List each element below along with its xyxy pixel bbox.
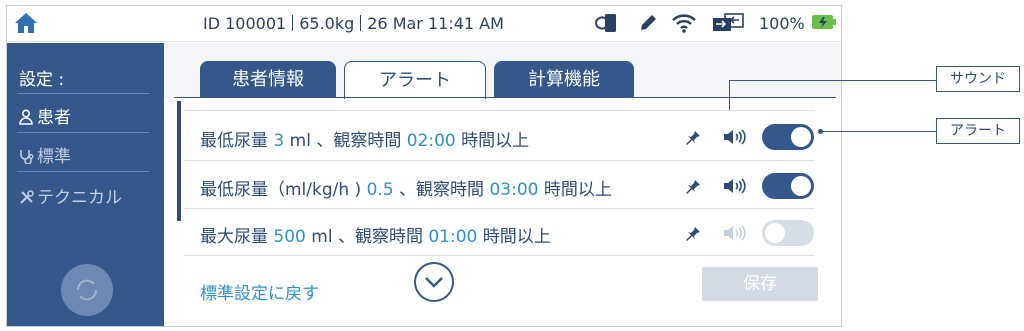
- sidebar-item-patient[interactable]: 患者: [19, 103, 71, 130]
- pin-icon[interactable]: [684, 175, 704, 197]
- alert-time[interactable]: 01:00: [428, 227, 477, 247]
- callout-line: [729, 80, 937, 81]
- save-button[interactable]: 保存: [702, 267, 818, 301]
- tab-calculation[interactable]: 計算機能: [494, 61, 634, 98]
- divider: [17, 171, 149, 172]
- sidebar-item-label: テクニカル: [37, 188, 122, 208]
- alert-value[interactable]: 0.5: [367, 180, 394, 200]
- stethoscope-icon: [19, 148, 37, 169]
- tools-icon: [19, 189, 37, 210]
- toggle-knob: [791, 176, 811, 196]
- alert-text[interactable]: 最低尿量 3 ml 、観察時間 02:00 時間以上: [200, 126, 529, 151]
- alert-value[interactable]: 500: [273, 227, 305, 247]
- alert-row: 最低尿量（ml/kg/h ) 0.5 、観察時間 03:00 時間以上: [200, 167, 820, 207]
- alert-value[interactable]: 3: [273, 131, 284, 151]
- alert-suffix: 時間以上: [538, 180, 612, 200]
- refresh-icon: [76, 279, 98, 301]
- battery-icon: [812, 15, 836, 29]
- patient-id: ID 100001: [203, 14, 287, 33]
- alert-time[interactable]: 02:00: [407, 131, 456, 151]
- chevron-down-icon: [425, 277, 443, 288]
- alert-label: 最低尿量: [200, 131, 274, 151]
- sync-icon[interactable]: [593, 12, 619, 34]
- divider: [17, 132, 149, 133]
- row-divider: [184, 110, 814, 111]
- speaker-icon[interactable]: [722, 223, 750, 243]
- alert-suffix: 時間以上: [477, 227, 551, 247]
- home-icon[interactable]: [13, 10, 39, 36]
- tab-alerts[interactable]: アラート: [344, 61, 486, 99]
- callout-alert: アラート: [936, 118, 1020, 144]
- wifi-icon: [672, 14, 696, 33]
- refresh-button[interactable]: [61, 264, 113, 316]
- settings-sidebar: 設定 : 患者 標準 テクニカル: [7, 43, 164, 326]
- toggle-knob: [765, 223, 785, 243]
- tab-patient-info[interactable]: 患者情報: [200, 61, 336, 98]
- status-info: ID 100001 65.0kg 26 Mar 11:41 AM: [203, 14, 504, 33]
- callout-line: [821, 131, 937, 132]
- pen-icon[interactable]: [637, 12, 659, 34]
- alert-text[interactable]: 最低尿量（ml/kg/h ) 0.5 、観察時間 03:00 時間以上: [200, 175, 612, 200]
- sidebar-item-technical[interactable]: テクニカル: [19, 183, 122, 210]
- toggle-knob: [791, 127, 811, 147]
- transfer-icon: [713, 13, 744, 31]
- date-time: 26 Mar 11:41 AM: [367, 14, 504, 33]
- callout-sound: サウンド: [936, 66, 1020, 92]
- panel-border: [174, 97, 836, 98]
- divider: [17, 93, 149, 94]
- sidebar-item-label: 標準: [37, 147, 71, 167]
- alert-row: 最低尿量 3 ml 、観察時間 02:00 時間以上: [200, 118, 820, 158]
- alert-text[interactable]: 最大尿量 500 ml 、観察時間 01:00 時間以上: [200, 222, 551, 247]
- sidebar-item-label: 患者: [37, 108, 71, 128]
- row-divider: [184, 208, 814, 209]
- status-bar: ID 100001 65.0kg 26 Mar 11:41 AM 100%: [7, 6, 841, 42]
- sidebar-title: 設定 :: [19, 70, 65, 90]
- person-icon: [19, 109, 37, 130]
- battery-level: 100%: [759, 14, 805, 33]
- pin-icon[interactable]: [684, 222, 704, 244]
- sidebar-item-standard[interactable]: 標準: [19, 142, 71, 169]
- patient-weight: 65.0kg: [299, 14, 355, 33]
- alert-unit: 、観察時間: [393, 180, 490, 200]
- scroll-indicator: [177, 101, 181, 221]
- alert-row: 最大尿量 500 ml 、観察時間 01:00 時間以上: [200, 214, 820, 254]
- main-panel: 患者情報 アラート 計算機能 最低尿量 3 ml 、観察時間 02:00 時間以…: [164, 43, 841, 326]
- pin-icon[interactable]: [684, 126, 704, 148]
- row-divider: [184, 255, 814, 256]
- alert-toggle[interactable]: [762, 173, 814, 199]
- alert-toggle[interactable]: [762, 220, 814, 246]
- reset-defaults-link[interactable]: 標準設定に戻す: [200, 279, 319, 304]
- alert-label: 最低尿量（ml/kg/h ): [200, 180, 367, 200]
- alert-toggle[interactable]: [762, 124, 814, 150]
- speaker-icon[interactable]: [722, 127, 750, 147]
- scroll-down-button[interactable]: [414, 262, 454, 302]
- alert-suffix: 時間以上: [455, 131, 530, 151]
- alert-unit: ml 、観察時間: [284, 131, 407, 151]
- device-screen: ID 100001 65.0kg 26 Mar 11:41 AM 100% 設定…: [6, 5, 842, 327]
- alert-label: 最大尿量: [200, 227, 274, 247]
- row-divider: [184, 160, 814, 161]
- alert-time[interactable]: 03:00: [489, 180, 538, 200]
- speaker-icon[interactable]: [722, 176, 750, 196]
- callout-line: [729, 80, 730, 110]
- alert-unit: ml 、観察時間: [305, 227, 429, 247]
